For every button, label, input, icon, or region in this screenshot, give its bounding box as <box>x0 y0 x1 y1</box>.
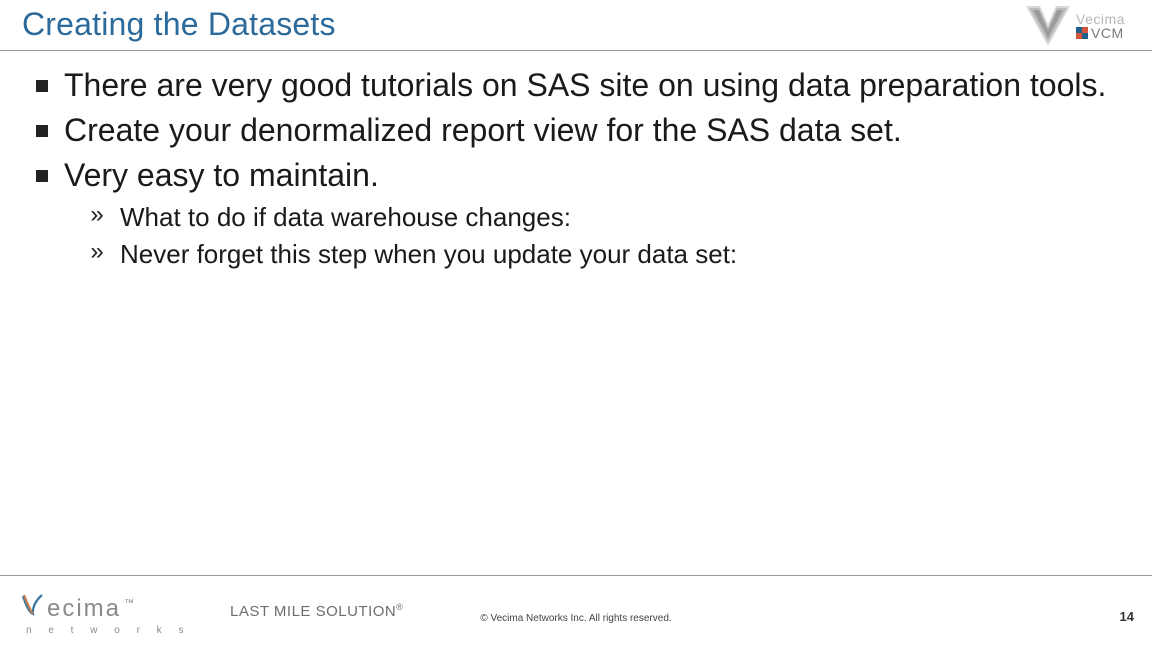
footer: ecima ™ n e t w o r k s LAST MILE SOLUTI… <box>0 578 1152 648</box>
tagline: LAST MILE SOLUTION® <box>230 603 403 620</box>
header-divider <box>0 50 1152 51</box>
v-swoosh-icon <box>22 594 44 616</box>
bullet-text: Create your denormalized report view for… <box>64 111 902 150</box>
sub-bullet-item: » Never forget this step when you update… <box>88 238 1112 271</box>
square-bullet-icon <box>36 80 48 92</box>
logo-line2: VCM <box>1076 26 1125 40</box>
sub-bullet-text: What to do if data warehouse changes: <box>120 201 571 234</box>
header: Creating the Datasets <box>22 6 1152 43</box>
square-bullet-icon <box>36 125 48 137</box>
brand-letters: ecima <box>47 595 121 623</box>
footer-divider <box>0 575 1152 576</box>
bullet-text: There are very good tutorials on SAS sit… <box>64 66 1106 105</box>
bullet-item: Very easy to maintain. <box>36 156 1112 195</box>
bullet-item: Create your denormalized report view for… <box>36 111 1112 150</box>
page-number: 14 <box>1120 609 1134 624</box>
bullet-text: Very easy to maintain. <box>64 156 379 195</box>
logo-line2-text: VCM <box>1091 26 1124 40</box>
raquo-bullet-icon: » <box>88 238 106 266</box>
copyright-text: © Vecima Networks Inc. All rights reserv… <box>480 613 671 624</box>
vecima-vcm-logo: Vecima VCM <box>1026 4 1146 48</box>
logo-line1: Vecima <box>1076 12 1125 26</box>
slide: Creating the Datasets Vecima VCM There a… <box>0 0 1152 648</box>
four-square-icon <box>1076 27 1088 39</box>
sub-bullet-item: » What to do if data warehouse changes: <box>88 201 1112 234</box>
body: There are very good tutorials on SAS sit… <box>36 64 1112 274</box>
vecima-wordmark: ecima ™ <box>22 594 132 623</box>
square-bullet-icon <box>36 170 48 182</box>
vecima-networks-logo: ecima ™ n e t w o r k s <box>22 594 190 636</box>
tagline-text: LAST MILE SOLUTION <box>230 603 396 620</box>
trademark-icon: ™ <box>124 598 134 609</box>
logo-text: Vecima VCM <box>1076 12 1125 40</box>
slide-title: Creating the Datasets <box>22 6 1152 43</box>
sub-bullet-text: Never forget this step when you update y… <box>120 238 737 271</box>
bullet-item: There are very good tutorials on SAS sit… <box>36 66 1112 105</box>
logo-chevron-icon <box>1026 6 1070 46</box>
registered-icon: ® <box>396 602 403 612</box>
raquo-bullet-icon: » <box>88 201 106 229</box>
sub-bullet-group: » What to do if data warehouse changes: … <box>88 201 1112 270</box>
brand-subtext: n e t w o r k s <box>26 625 190 636</box>
